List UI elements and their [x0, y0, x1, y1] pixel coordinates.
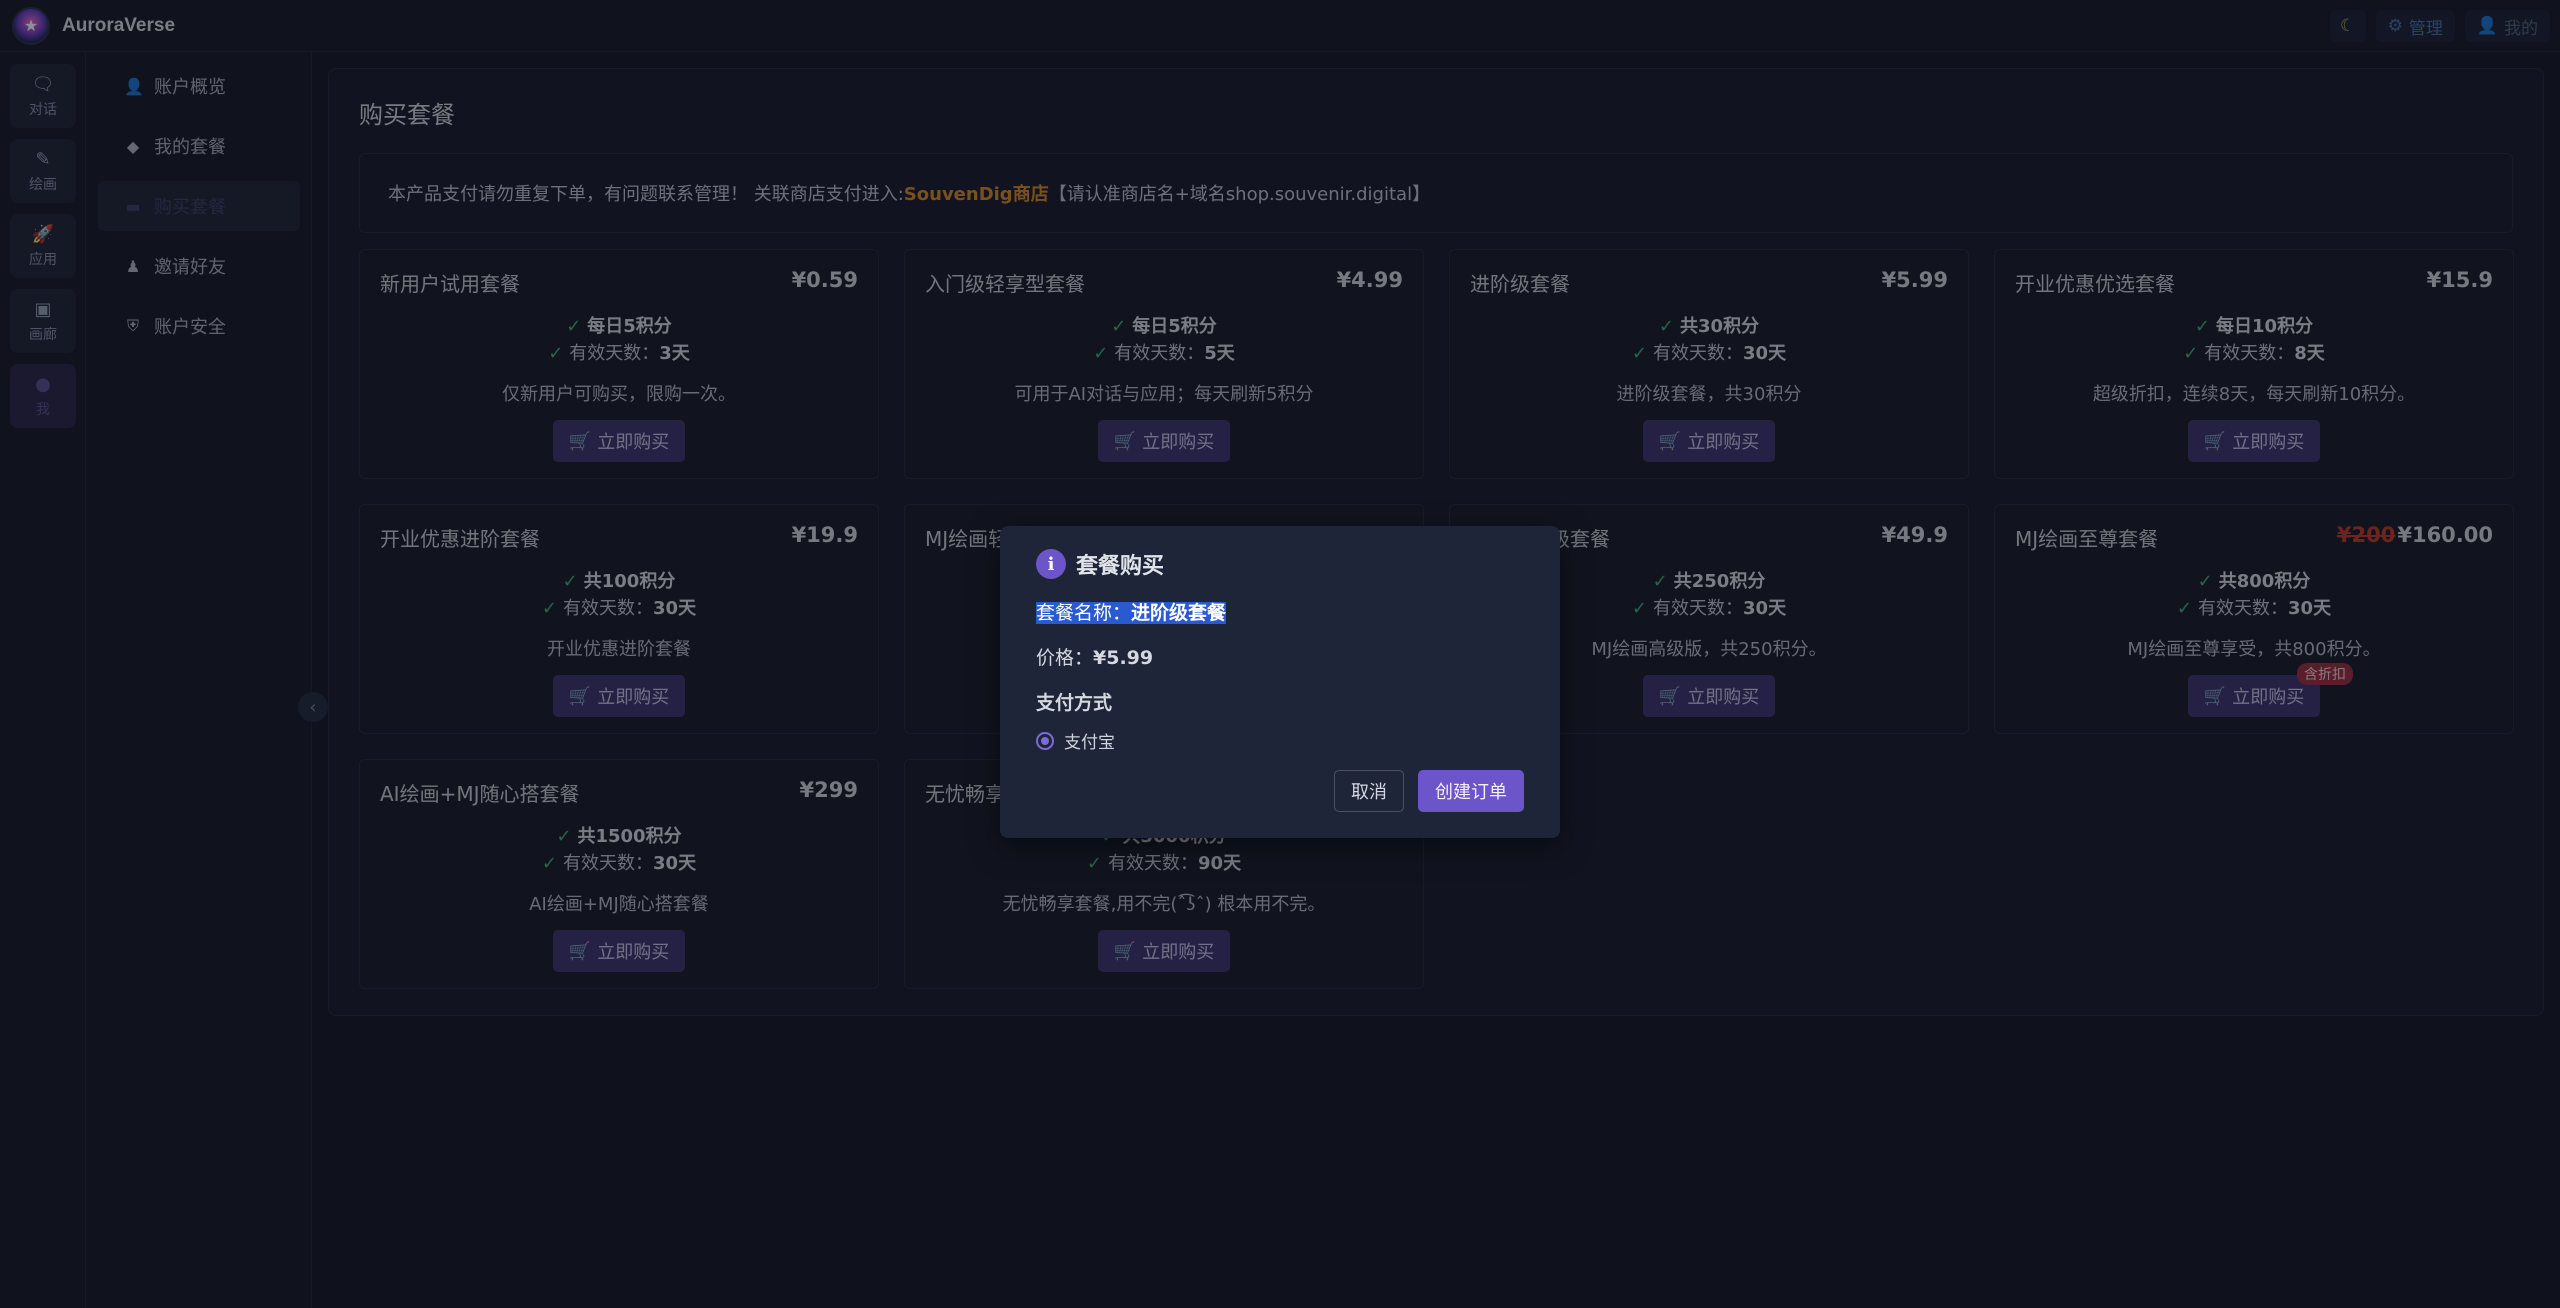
price-value: ¥5.99 — [1093, 647, 1154, 669]
price-row: 价格：¥5.99 — [1036, 643, 1153, 670]
pay-method-label: 支付方式 — [1036, 692, 1113, 714]
package-name-label: 套餐名称： — [1036, 602, 1132, 624]
alipay-radio-option[interactable]: 支付宝 — [1036, 728, 1115, 753]
purchase-dialog: i 套餐购买 套餐名称：进阶级套餐 价格：¥5.99 支付方式 支付宝 取消 创… — [1000, 526, 1560, 838]
info-icon: i — [1036, 549, 1066, 579]
radio-button[interactable] — [1036, 731, 1054, 750]
price-label: 价格： — [1036, 647, 1094, 669]
alipay-label: 支付宝 — [1064, 733, 1115, 753]
package-name-value: 进阶级套餐 — [1131, 602, 1227, 624]
package-name-row: 套餐名称：进阶级套餐 — [1036, 598, 1227, 625]
cancel-button[interactable]: 取消 — [1334, 770, 1404, 812]
create-order-button[interactable]: 创建订单 — [1418, 770, 1524, 812]
dialog-title: 套餐购买 — [1076, 554, 1165, 579]
dialog-header: i 套餐购买 — [1036, 548, 1164, 580]
